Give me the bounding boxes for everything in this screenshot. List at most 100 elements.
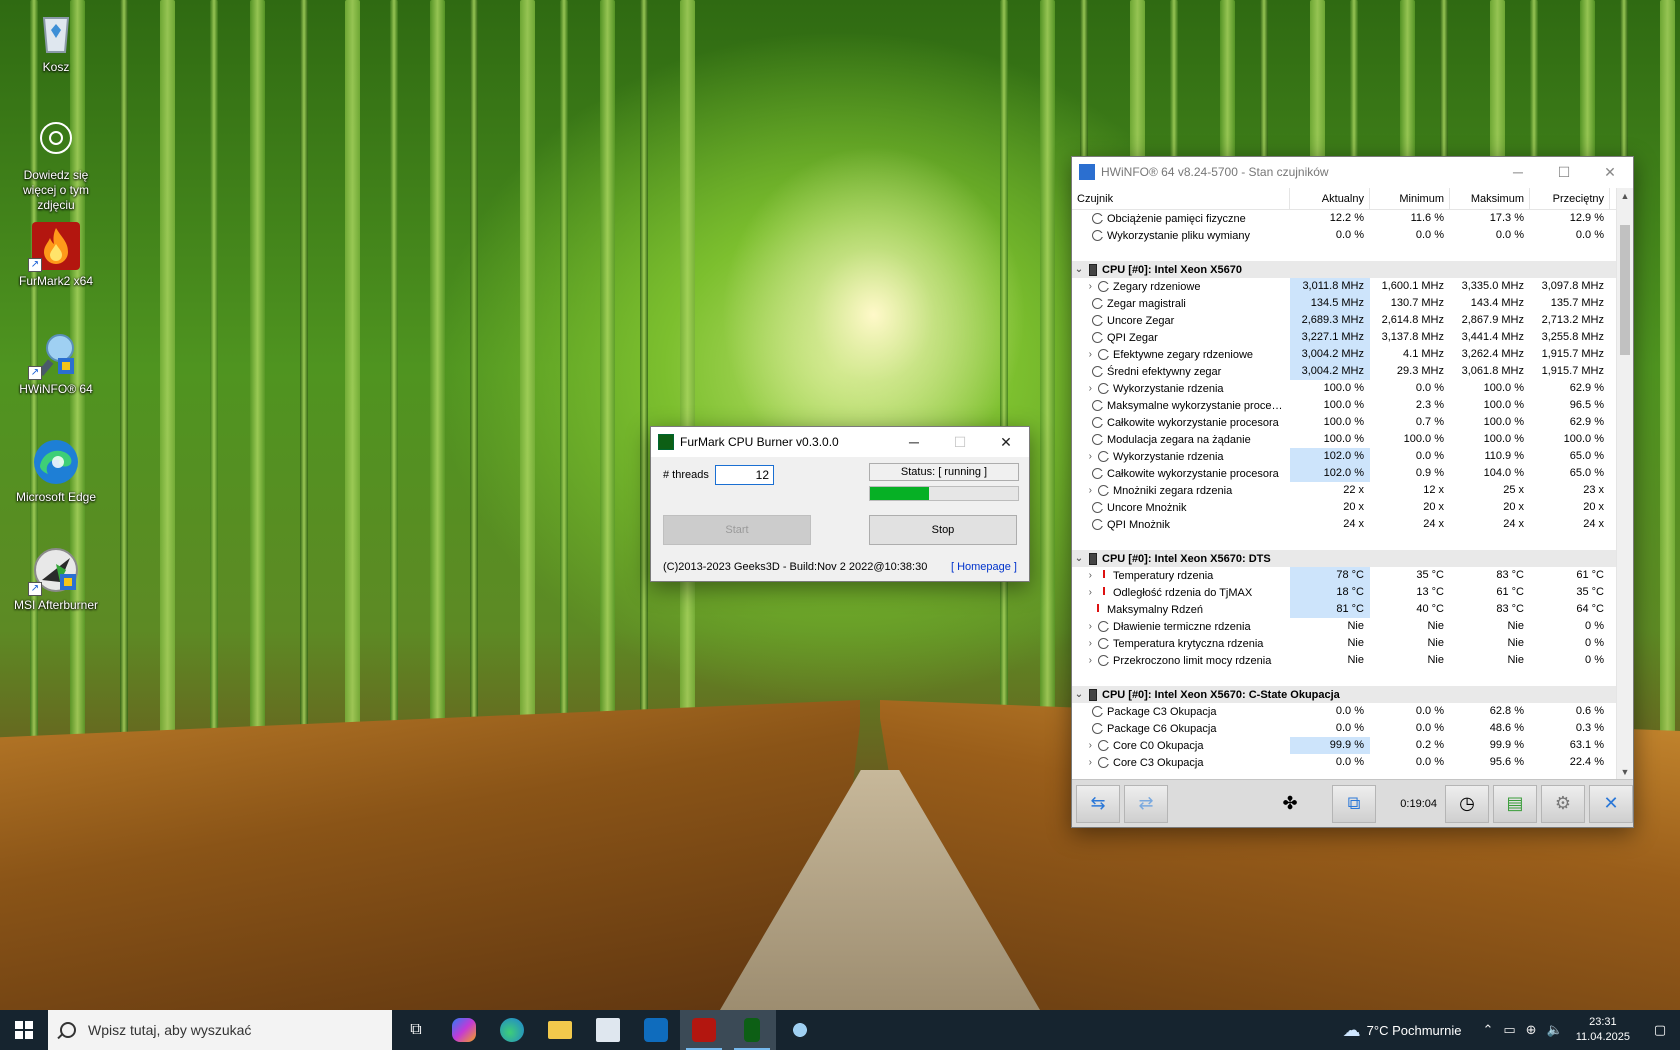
- sensor-row[interactable]: Zegar magistrali 134.5 MHz 130.7 MHz 143.4 …: [1072, 295, 1617, 312]
- expand-chevron-icon[interactable]: ›: [1072, 587, 1098, 598]
- settings-gear-icon[interactable]: ⚙: [1541, 784, 1585, 823]
- sensor-row[interactable]: Maksymalne wykorzystanie proce… 100.0 % 2.…: [1072, 397, 1617, 414]
- column-header-current[interactable]: Aktualny: [1290, 188, 1370, 210]
- sensor-row[interactable]: › Core C0 Okupacja 99.9 % 0.2 % 99.9 % 63.1 %: [1072, 737, 1617, 754]
- expand-chevron-icon[interactable]: ›: [1072, 349, 1098, 360]
- sensor-row[interactable]: Package C3 Okupacja 0.0 % 0.0 % 62.8 % 0.6 %: [1072, 703, 1617, 720]
- fan-icon[interactable]: ✤: [1268, 785, 1312, 823]
- taskbar-furmark-cpu-burner[interactable]: [728, 1010, 776, 1050]
- expand-chevron-icon[interactable]: ›: [1072, 757, 1098, 768]
- desktop-icon-recycle-bin[interactable]: Kosz: [6, 8, 106, 75]
- task-view-button[interactable]: ⧉: [392, 1010, 440, 1050]
- report-icon[interactable]: ▤: [1493, 784, 1537, 823]
- expand-arrows-icon[interactable]: ⇄: [1124, 784, 1168, 823]
- expand-chevron-icon[interactable]: ›: [1072, 451, 1098, 462]
- sensor-row[interactable]: Uncore Mnożnik 20 x 20 x 20 x 20 x: [1072, 499, 1617, 516]
- sensor-row[interactable]: › Efektywne zegary rdzeniowe 3,004.2 MHz 4.…: [1072, 346, 1617, 363]
- sensor-row[interactable]: › Wykorzystanie rdzenia 102.0 % 0.0 % 110.9 …: [1072, 448, 1617, 465]
- sensor-group-row[interactable]: ⌄ CPU [#0]: Intel Xeon X5670: DTS: [1072, 550, 1617, 567]
- speaker-muted-icon[interactable]: 🔈: [1547, 1022, 1563, 1038]
- expand-chevron-icon[interactable]: ›: [1072, 281, 1098, 292]
- start-button[interactable]: Start: [663, 515, 811, 545]
- network-icon[interactable]: ⧉: [1332, 784, 1376, 823]
- taskbar-furmark2[interactable]: [680, 1010, 728, 1050]
- scrollbar-thumb[interactable]: [1620, 225, 1630, 355]
- vertical-scrollbar[interactable]: ▲ ▼: [1616, 188, 1633, 781]
- sensor-row[interactable]: Modulacja zegara na żądanie 100.0 % 100.0 …: [1072, 431, 1617, 448]
- desktop-icon-furmark2[interactable]: ↗ FurMark2 x64: [6, 222, 106, 289]
- sensor-row[interactable]: Wykorzystanie pliku wymiany 0.0 % 0.0 % 0.0…: [1072, 227, 1617, 244]
- column-header-average[interactable]: Przeciętny: [1530, 188, 1610, 210]
- clock-icon[interactable]: ◷: [1445, 784, 1489, 823]
- maximize-button[interactable]: ☐: [1541, 157, 1587, 187]
- expand-chevron-icon[interactable]: ›: [1072, 740, 1098, 751]
- taskbar-hwinfo[interactable]: [776, 1010, 824, 1050]
- minimize-button[interactable]: ─: [1495, 157, 1541, 187]
- start-button[interactable]: [0, 1010, 48, 1050]
- sensor-row[interactable]: Maksymalny Rdzeń 81 °C 40 °C 83 °C 64 °C: [1072, 601, 1617, 618]
- column-header-maximum[interactable]: Maksimum: [1450, 188, 1530, 210]
- sensor-row[interactable]: QPI Zegar 3,227.1 MHz 3,137.8 MHz 3,441.4 M…: [1072, 329, 1617, 346]
- sensor-row[interactable]: Package C6 Okupacja 0.0 % 0.0 % 48.6 % 0.3 %: [1072, 720, 1617, 737]
- sensor-row[interactable]: › Mnożniki zegara rdzenia 22 x 12 x 25 x 23 x: [1072, 482, 1617, 499]
- hwinfo-window[interactable]: HWiNFO® 64 v8.24-5700 - Stan czujników ─…: [1071, 156, 1634, 828]
- furmark-titlebar[interactable]: FurMark CPU Burner v0.3.0.0 ─ ☐ ✕: [651, 427, 1029, 457]
- expand-chevron-icon[interactable]: ›: [1072, 383, 1098, 394]
- desktop-icon-learn-more[interactable]: Dowiedz się więcej o tym zdjęciu: [6, 116, 106, 213]
- sensor-row[interactable]: › Core C3 Okupacja 0.0 % 0.0 % 95.6 % 22.4 %: [1072, 754, 1617, 771]
- taskbar-store[interactable]: [584, 1010, 632, 1050]
- homepage-link[interactable]: [ Homepage ]: [951, 561, 1017, 573]
- maximize-button[interactable]: ☐: [937, 427, 983, 457]
- sensor-row[interactable]: › Temperatury rdzenia 78 °C 35 °C 83 °C 61 °C: [1072, 567, 1617, 584]
- close-button[interactable]: ✕: [983, 427, 1029, 457]
- network-globe-icon[interactable]: ⊕: [1526, 1022, 1537, 1038]
- furmark-window[interactable]: FurMark CPU Burner v0.3.0.0 ─ ☐ ✕ # thre…: [650, 426, 1030, 582]
- sensor-table[interactable]: Czujnik Aktualny Minimum Maksimum Przeci…: [1072, 188, 1617, 781]
- close-x-icon[interactable]: ✕: [1589, 784, 1633, 823]
- desktop-icon-hwinfo[interactable]: ↗ HWiNFO® 64: [6, 330, 106, 397]
- sensor-group-row[interactable]: ⌄ CPU [#0]: Intel Xeon X5670: C-State Oku…: [1072, 686, 1617, 703]
- desktop-icon-msi-afterburner[interactable]: ↗ MSI Afterburner: [6, 546, 106, 613]
- sensor-row[interactable]: › Wykorzystanie rdzenia 100.0 % 0.0 % 100.0 …: [1072, 380, 1617, 397]
- scroll-up-icon[interactable]: ▲: [1617, 188, 1633, 205]
- desktop-icon-edge[interactable]: Microsoft Edge: [6, 438, 106, 505]
- sensor-row[interactable]: › Dławienie termiczne rdzenia Nie Nie Nie 0 %: [1072, 618, 1617, 635]
- sensor-row[interactable]: › Przekroczono limit mocy rdzenia Nie Nie Ni…: [1072, 652, 1617, 669]
- minimize-button[interactable]: ─: [891, 427, 937, 457]
- sensor-row[interactable]: Średni efektywny zegar 3,004.2 MHz 29.3 MH…: [1072, 363, 1617, 380]
- sensor-row[interactable]: QPI Mnożnik 24 x 24 x 24 x 24 x: [1072, 516, 1617, 533]
- collapse-chevron-icon[interactable]: ⌄: [1072, 264, 1086, 275]
- taskbar-outlook[interactable]: [632, 1010, 680, 1050]
- taskbar-file-explorer[interactable]: [536, 1010, 584, 1050]
- usb-icon[interactable]: ▭: [1503, 1022, 1515, 1038]
- sensor-row[interactable]: › Temperatura krytyczna rdzenia Nie Nie Nie 0…: [1072, 635, 1617, 652]
- notification-center-button[interactable]: ▢: [1640, 1010, 1680, 1050]
- expand-chevron-icon[interactable]: ›: [1072, 655, 1098, 666]
- column-header-sensor[interactable]: Czujnik: [1072, 188, 1290, 210]
- taskbar-edge[interactable]: [488, 1010, 536, 1050]
- collapse-chevron-icon[interactable]: ⌄: [1072, 689, 1086, 700]
- column-header-minimum[interactable]: Minimum: [1370, 188, 1450, 210]
- sensor-row[interactable]: Uncore Zegar 2,689.3 MHz 2,614.8 MHz 2,867.…: [1072, 312, 1617, 329]
- sensor-row[interactable]: Całkowite wykorzystanie procesora 102.0 %…: [1072, 465, 1617, 482]
- clock[interactable]: 23:31 11.04.2025: [1576, 1015, 1630, 1045]
- expand-chevron-icon[interactable]: ›: [1072, 570, 1098, 581]
- close-button[interactable]: ✕: [1587, 157, 1633, 187]
- hwinfo-titlebar[interactable]: HWiNFO® 64 v8.24-5700 - Stan czujników ─…: [1072, 157, 1633, 187]
- expand-chevron-icon[interactable]: ›: [1072, 638, 1098, 649]
- stop-button[interactable]: Stop: [869, 515, 1017, 545]
- sensor-row[interactable]: › Zegary rdzeniowe 3,011.8 MHz 1,600.1 MHz 3…: [1072, 278, 1617, 295]
- sensor-row[interactable]: Całkowite wykorzystanie procesora 100.0 %…: [1072, 414, 1617, 431]
- chevron-up-icon[interactable]: ⌃: [1482, 1022, 1493, 1038]
- weather-widget[interactable]: ☁ 7°C Pochmurnie: [1343, 1020, 1462, 1041]
- collapse-arrows-icon[interactable]: ⇆: [1076, 784, 1120, 823]
- sensor-group-row[interactable]: ⌄ CPU [#0]: Intel Xeon X5670: [1072, 261, 1617, 278]
- threads-input[interactable]: [715, 465, 774, 485]
- taskbar-search[interactable]: Wpisz tutaj, aby wyszukać: [48, 1010, 392, 1050]
- sensor-row[interactable]: › Odległość rdzenia do TjMAX 18 °C 13 °C 61 …: [1072, 584, 1617, 601]
- collapse-chevron-icon[interactable]: ⌄: [1072, 553, 1086, 564]
- taskbar-copilot[interactable]: [440, 1010, 488, 1050]
- expand-chevron-icon[interactable]: ›: [1072, 485, 1098, 496]
- sensor-row[interactable]: Obciążenie pamięci fizyczne 12.2 % 11.6 % 1…: [1072, 210, 1617, 227]
- expand-chevron-icon[interactable]: ›: [1072, 621, 1098, 632]
